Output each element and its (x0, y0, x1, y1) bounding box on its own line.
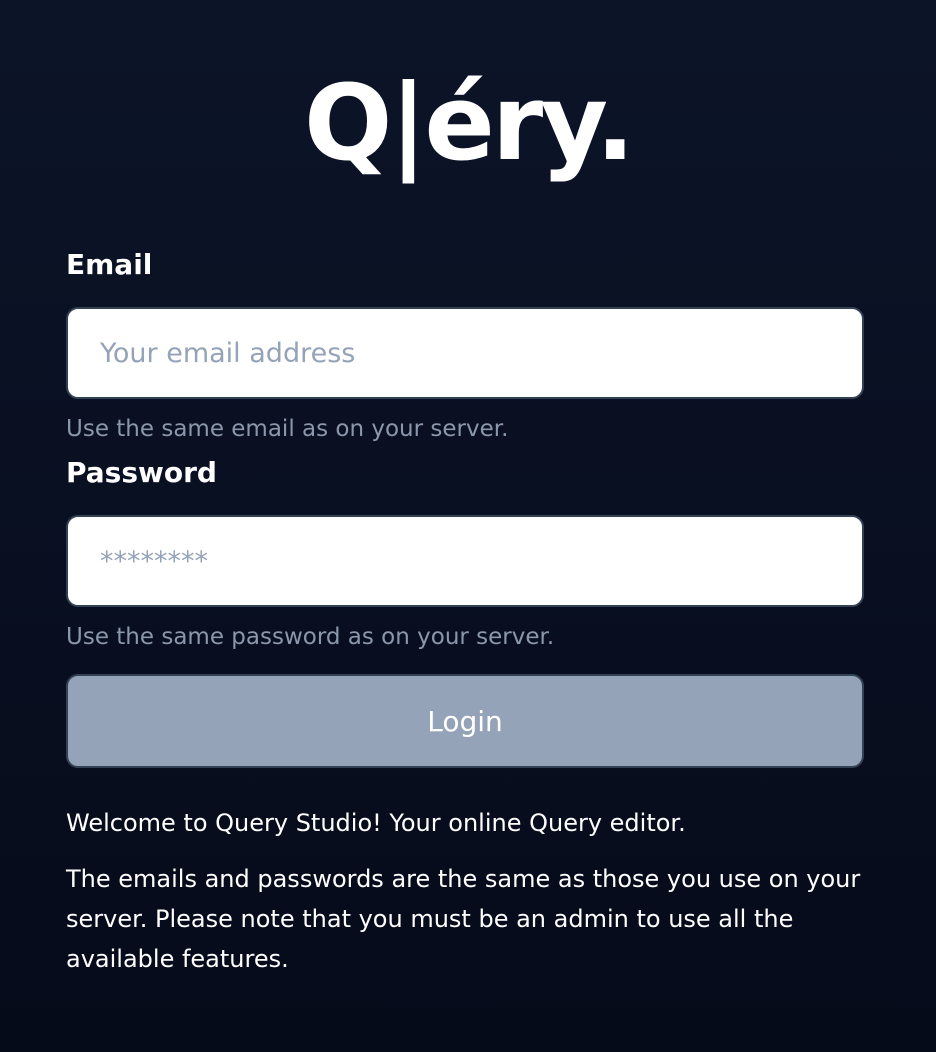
email-field[interactable] (66, 307, 864, 399)
password-field[interactable] (66, 515, 864, 607)
brand-logo: Q|éry. (304, 62, 635, 184)
email-label: Email (66, 248, 153, 281)
email-hint: Use the same email as on your server. (66, 416, 509, 442)
password-label: Password (66, 456, 217, 489)
login-button[interactable]: Login (66, 674, 864, 768)
welcome-text: Welcome to Query Studio! Your online Que… (66, 809, 686, 837)
password-hint: Use the same password as on your server. (66, 624, 555, 650)
info-note: The emails and passwords are the same as… (66, 865, 861, 973)
